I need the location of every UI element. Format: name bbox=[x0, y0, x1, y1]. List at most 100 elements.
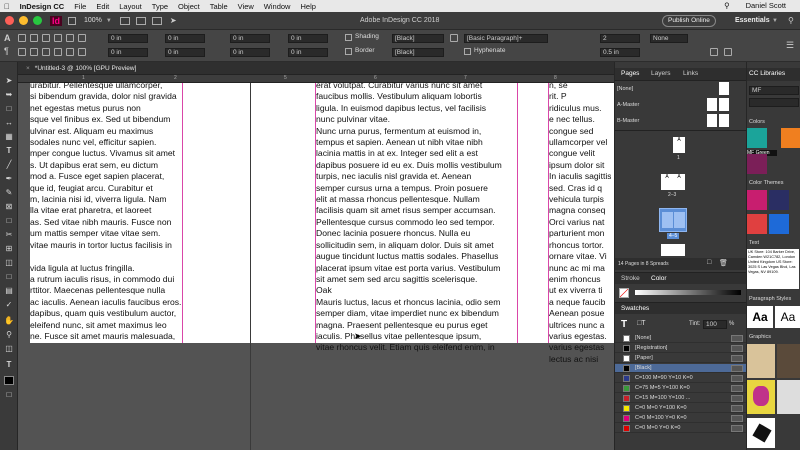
border-checkbox[interactable] bbox=[345, 48, 352, 55]
screen-mode-icon[interactable] bbox=[135, 16, 146, 25]
columns-field[interactable]: 2 bbox=[600, 34, 640, 43]
text-frame-middle[interactable]: erat volutpat. Curabitur varius nunc sit… bbox=[316, 80, 516, 354]
right-indent-icon[interactable] bbox=[54, 48, 62, 56]
none-thumbnail[interactable] bbox=[719, 82, 729, 95]
menu-edit[interactable]: Edit bbox=[96, 2, 109, 11]
align-center-justify-icon[interactable] bbox=[66, 34, 74, 42]
pen-tool-icon[interactable]: ✒ bbox=[4, 174, 14, 183]
space-after-field[interactable]: 0 in bbox=[288, 34, 328, 43]
gpu-performance-icon[interactable]: ➤ bbox=[170, 16, 177, 25]
library-search[interactable] bbox=[749, 98, 799, 107]
cc-libraries-tab[interactable]: CC Libraries bbox=[747, 68, 800, 81]
publish-online-button[interactable]: Publish Online bbox=[662, 15, 716, 27]
align-right-icon[interactable] bbox=[42, 34, 50, 42]
text-label[interactable]: Text bbox=[749, 240, 759, 246]
color-ramp[interactable] bbox=[635, 290, 741, 295]
character-formatting-icon[interactable]: A bbox=[4, 33, 11, 43]
color-themes-label[interactable]: Color Themes bbox=[749, 180, 783, 186]
gradient-swatch-tool-icon[interactable]: ◫ bbox=[4, 258, 14, 267]
arrange-documents-icon[interactable] bbox=[151, 16, 162, 25]
swatch-row[interactable]: [Registration] bbox=[615, 344, 747, 353]
baseline-grid-icon[interactable] bbox=[710, 48, 718, 56]
tab-color[interactable]: Color bbox=[651, 273, 667, 285]
chevron-down-icon[interactable]: ▼ bbox=[106, 18, 112, 24]
graphic-thumbnail[interactable] bbox=[777, 380, 800, 414]
text-snippet[interactable]: UK Store: 104 Barker Drive, Camden W21C7… bbox=[747, 249, 799, 289]
graphic-thumbnail[interactable] bbox=[747, 344, 775, 378]
menu-file[interactable]: File bbox=[74, 2, 86, 11]
b-master[interactable]: B-Master bbox=[617, 118, 639, 124]
page-thumbnail[interactable] bbox=[661, 244, 673, 256]
border-color-dropdown[interactable]: [Black] bbox=[392, 48, 444, 57]
menu-layout[interactable]: Layout bbox=[119, 2, 142, 11]
library-color[interactable] bbox=[747, 154, 767, 174]
library-dropdown[interactable]: MF bbox=[749, 86, 799, 95]
shading-checkbox[interactable] bbox=[345, 34, 352, 41]
new-page-icon[interactable]: □ bbox=[707, 259, 711, 266]
theme-color[interactable] bbox=[747, 190, 767, 210]
last-line-indent-icon[interactable] bbox=[78, 48, 86, 56]
paragraph-style-dropdown[interactable]: [Basic Paragraph]+ bbox=[464, 34, 548, 43]
menu-help[interactable]: Help bbox=[300, 2, 315, 11]
view-options-icon[interactable] bbox=[119, 16, 130, 25]
page-left[interactable]: urabitur. Pellentesque ullamcorper, si b… bbox=[30, 80, 250, 343]
graphic-thumbnail[interactable] bbox=[747, 418, 775, 448]
library-color[interactable] bbox=[781, 128, 800, 148]
shading-color-dropdown[interactable]: [Black] bbox=[392, 34, 444, 43]
swatch-row[interactable]: [Paper] bbox=[615, 354, 747, 363]
align-away-spine-icon[interactable] bbox=[30, 48, 38, 56]
swatch-row[interactable]: C=0 M=0 Y=100 K=0 bbox=[615, 404, 747, 413]
menu-table[interactable]: Table bbox=[210, 2, 228, 11]
align-towards-spine-icon[interactable] bbox=[18, 48, 26, 56]
graphic-thumbnail[interactable] bbox=[777, 344, 800, 378]
left-indent-icon[interactable] bbox=[42, 48, 50, 56]
paragraph-style-thumbnail[interactable]: Aa bbox=[747, 306, 773, 328]
align-left-icon[interactable] bbox=[18, 34, 26, 42]
menu-view[interactable]: View bbox=[238, 2, 254, 11]
zoom-level[interactable]: 100% bbox=[84, 17, 102, 24]
page-thumbnail[interactable] bbox=[662, 212, 673, 228]
scissors-tool-icon[interactable]: ✂ bbox=[4, 230, 14, 239]
line-tool-icon[interactable]: ╱ bbox=[4, 160, 14, 169]
bridge-icon[interactable] bbox=[68, 16, 76, 25]
app-menu[interactable]: InDesign CC bbox=[20, 2, 65, 11]
a-master-thumbnail-left[interactable] bbox=[707, 98, 717, 111]
tab-layers[interactable]: Layers bbox=[651, 68, 671, 80]
graphics-label[interactable]: Graphics bbox=[749, 334, 771, 340]
hyphenate-checkbox[interactable] bbox=[464, 48, 471, 55]
a-master-thumbnail-right[interactable] bbox=[719, 98, 729, 111]
swatch-row[interactable]: C=75 M=5 Y=100 K=0 bbox=[615, 384, 747, 393]
tab-stroke[interactable]: Stroke bbox=[621, 273, 640, 285]
user-name[interactable]: Daniel Scott bbox=[746, 1, 786, 10]
close-tab-icon[interactable]: × bbox=[26, 65, 30, 72]
snap-grid-icon[interactable] bbox=[724, 48, 732, 56]
gradient-feather-tool-icon[interactable]: □ bbox=[4, 272, 14, 281]
last-line-field[interactable]: 0 in bbox=[165, 48, 205, 57]
workspace-chevron-icon[interactable]: ▼ bbox=[772, 18, 778, 24]
space-before-field[interactable]: 0 in bbox=[230, 34, 270, 43]
text-frame-left[interactable]: urabitur. Pellentesque ullamcorper, si b… bbox=[30, 80, 182, 342]
tab-swatches[interactable]: Swatches bbox=[621, 303, 649, 315]
drop-cap-chars-field[interactable]: 0 in bbox=[288, 48, 328, 57]
none-swatch-icon[interactable] bbox=[619, 288, 629, 298]
left-indent-field[interactable]: 0 in bbox=[108, 34, 148, 43]
selection-tool-icon[interactable]: ➤ bbox=[4, 76, 14, 85]
zoom-window-button[interactable] bbox=[33, 16, 42, 25]
help-search-icon[interactable]: ⚲ bbox=[788, 16, 794, 25]
tint-field[interactable]: 100 bbox=[703, 320, 727, 329]
search-icon[interactable]: ⚲ bbox=[724, 1, 730, 10]
page-thumbnail[interactable]: A bbox=[673, 137, 685, 153]
align-left-justify-icon[interactable] bbox=[54, 34, 62, 42]
menu-window[interactable]: Window bbox=[264, 2, 291, 11]
graphic-thumbnail[interactable] bbox=[747, 380, 775, 414]
swatch-row[interactable]: [None] bbox=[615, 334, 747, 343]
first-line-field[interactable]: 0 in bbox=[108, 48, 148, 57]
right-indent-field[interactable]: 0 in bbox=[165, 34, 205, 43]
delete-page-icon[interactable]: 🗑 bbox=[719, 259, 728, 267]
direct-selection-tool-icon[interactable]: ➥ bbox=[4, 90, 14, 99]
swatch-row[interactable]: C=15 M=100 Y=100 ... bbox=[615, 394, 747, 403]
theme-color[interactable] bbox=[769, 214, 789, 234]
formatting-text-icon[interactable]: T bbox=[4, 360, 14, 369]
align-center-icon[interactable] bbox=[30, 34, 38, 42]
gap-tool-icon[interactable]: ↔ bbox=[4, 118, 14, 127]
